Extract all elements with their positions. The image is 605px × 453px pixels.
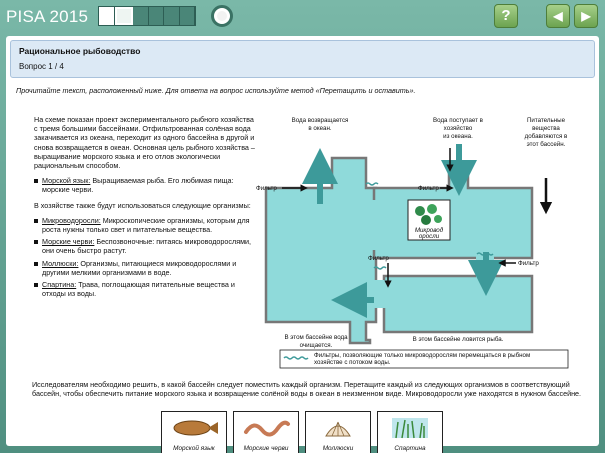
label-water-enters: хозяйство xyxy=(444,125,473,132)
label-water-returns: Вода возвращается xyxy=(292,117,349,124)
organism-term: Морские черви: xyxy=(42,237,95,247)
microalgae-icon xyxy=(415,206,425,216)
progress-bar xyxy=(98,6,196,26)
app-title: PISA 2015 xyxy=(6,7,89,26)
microalgae-icon xyxy=(427,204,437,214)
task-text: Исследователям необходимо решить, в како… xyxy=(32,380,582,399)
list-item: Моллюски: Организмы, питающиеся микровод… xyxy=(34,259,256,277)
microalgae-icon xyxy=(421,215,431,225)
passage-intro: На схеме показан проект экспериментально… xyxy=(34,115,255,171)
question-title: Рациональное рыбоводство xyxy=(19,46,141,56)
progress-segment xyxy=(99,7,115,25)
label-pool-clean: В этом бассейне вода xyxy=(284,334,348,341)
top-bar: PISA 2015 ? ◀ ▶ xyxy=(0,0,605,34)
back-button[interactable]: ◀ xyxy=(546,4,570,28)
instruction-text: Прочитайте текст, расположенный ниже. Дл… xyxy=(16,86,416,95)
progress-segment-current xyxy=(114,7,133,25)
legend-text: Фильтры, позволяющие только микроводорос… xyxy=(314,352,530,359)
label-filter: Фильтр xyxy=(518,260,539,267)
filter-wave xyxy=(365,182,379,186)
label-water-enters: из океана. xyxy=(443,133,473,140)
list-item: Морской язык: Выращиваемая рыба. Его люб… xyxy=(34,176,256,194)
pool-connector xyxy=(372,200,376,250)
question-panel: Рациональное рыбоводство Вопрос 1 / 4 Пр… xyxy=(6,36,599,453)
label-pool-clean: очищается. xyxy=(300,342,333,349)
fish-term: Морской язык: xyxy=(42,176,91,186)
fish-list: Морской язык: Выращиваемая рыба. Его люб… xyxy=(34,176,256,194)
microalgae-label: оросли xyxy=(419,233,440,240)
label-filter: Фильтр xyxy=(418,185,439,192)
label-water-enters: Вода поступает в xyxy=(433,117,484,124)
card-label: Морской язык xyxy=(173,445,215,452)
progress-segment xyxy=(180,7,195,25)
list-item: Морские черви: Беспозвоночные: питаясь м… xyxy=(34,237,256,255)
list-item: Микроводоросли: Микроскопические организ… xyxy=(34,216,256,234)
label-filter: Фильтр xyxy=(256,185,277,192)
pool-connector xyxy=(370,280,386,308)
passage: На схеме показан проект экспериментально… xyxy=(34,115,256,304)
pool-bottom-right xyxy=(382,274,534,334)
card-spartina[interactable]: Спартина xyxy=(377,411,443,453)
organism-list: Микроводоросли: Микроскопические организ… xyxy=(34,216,256,299)
next-button[interactable]: ▶ xyxy=(574,4,598,28)
label-pool-catch: В этом бассейне ловится рыба. xyxy=(413,336,504,343)
card-worms[interactable]: Морские черви xyxy=(233,411,299,453)
label-nutrients: добавляются в xyxy=(525,133,568,140)
label-nutrients: этот бассейн. xyxy=(527,141,566,148)
question-number: Вопрос 1 / 4 xyxy=(19,62,64,71)
organism-term: Микроводоросли: xyxy=(42,215,101,225)
question-header: Рациональное рыбоводство Вопрос 1 / 4 xyxy=(10,40,595,78)
grass-icon xyxy=(392,418,428,439)
progress-segment xyxy=(133,7,149,25)
app-window: PISA 2015 ? ◀ ▶ Рациональное рыбоводство… xyxy=(0,0,605,453)
card-label: Спартина xyxy=(394,445,426,452)
timer-icon xyxy=(211,5,233,27)
sole-icon xyxy=(173,420,218,436)
list-item: Спартина: Трава, поглощающая питательные… xyxy=(34,280,256,298)
card-sole[interactable]: Морской язык xyxy=(161,411,227,453)
progress-segment xyxy=(164,7,180,25)
progress-segment xyxy=(149,7,164,25)
label-filter: Фильтр xyxy=(368,255,389,262)
label-nutrients: Питательные xyxy=(527,117,566,124)
organism-term: Моллюски: xyxy=(42,258,79,268)
worm-icon xyxy=(244,420,290,437)
organism-term: Спартина: xyxy=(42,280,77,290)
microalgae-icon xyxy=(434,215,442,223)
label-nutrients: вещества xyxy=(532,125,560,132)
fish-farm-diagram: Микровод оросли Вода возвращается в океа… xyxy=(256,117,569,369)
passage-also-used: В хозяйстве также будут использоваться с… xyxy=(34,200,251,210)
legend-text: хозяйстве с потоком воды. xyxy=(314,359,391,366)
organism-cards: Морской язык Морские черви Моллюски Спар… xyxy=(161,411,443,453)
card-label: Моллюски xyxy=(322,445,354,452)
help-button[interactable]: ? xyxy=(494,4,518,28)
pool-top-right xyxy=(372,170,534,260)
card-mollusks[interactable]: Моллюски xyxy=(305,411,371,453)
label-water-returns: в океан. xyxy=(308,125,332,132)
card-label: Морские черви xyxy=(243,445,289,452)
shell-icon xyxy=(325,421,351,437)
